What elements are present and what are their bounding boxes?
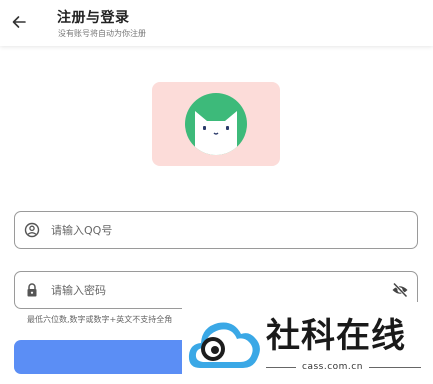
- password-input[interactable]: [51, 280, 391, 300]
- divider: [369, 367, 421, 368]
- app-logo-card: [152, 82, 280, 166]
- watermark-name: 社科在线: [266, 316, 406, 356]
- app-header: 注册与登录 没有账号将自动为你注册: [0, 0, 433, 46]
- qq-field[interactable]: [14, 211, 418, 249]
- page-title: 注册与登录: [57, 10, 130, 26]
- login-page: 注册与登录 没有账号将自动为你注册 请输入QQ号 最低六位数,数字或数字+英文不…: [0, 0, 433, 384]
- cat-face-icon: [195, 111, 237, 155]
- qq-input[interactable]: [51, 220, 391, 240]
- account-circle-icon: [24, 222, 40, 238]
- visibility-off-icon[interactable]: [391, 282, 409, 298]
- watermark-url: cass.com.cn: [302, 362, 363, 372]
- back-button[interactable]: [8, 11, 30, 33]
- lock-icon: [27, 283, 37, 297]
- password-hint: 最低六位数,数字或数字+英文不支持全角: [27, 315, 173, 324]
- arrow-left-icon: [12, 16, 26, 28]
- divider: [266, 367, 296, 368]
- page-subtitle: 没有账号将自动为你注册: [58, 29, 146, 38]
- cloud-logo-icon: [188, 322, 260, 368]
- site-watermark: 社科在线 cass.com.cn: [182, 302, 433, 384]
- app-logo: [185, 93, 247, 155]
